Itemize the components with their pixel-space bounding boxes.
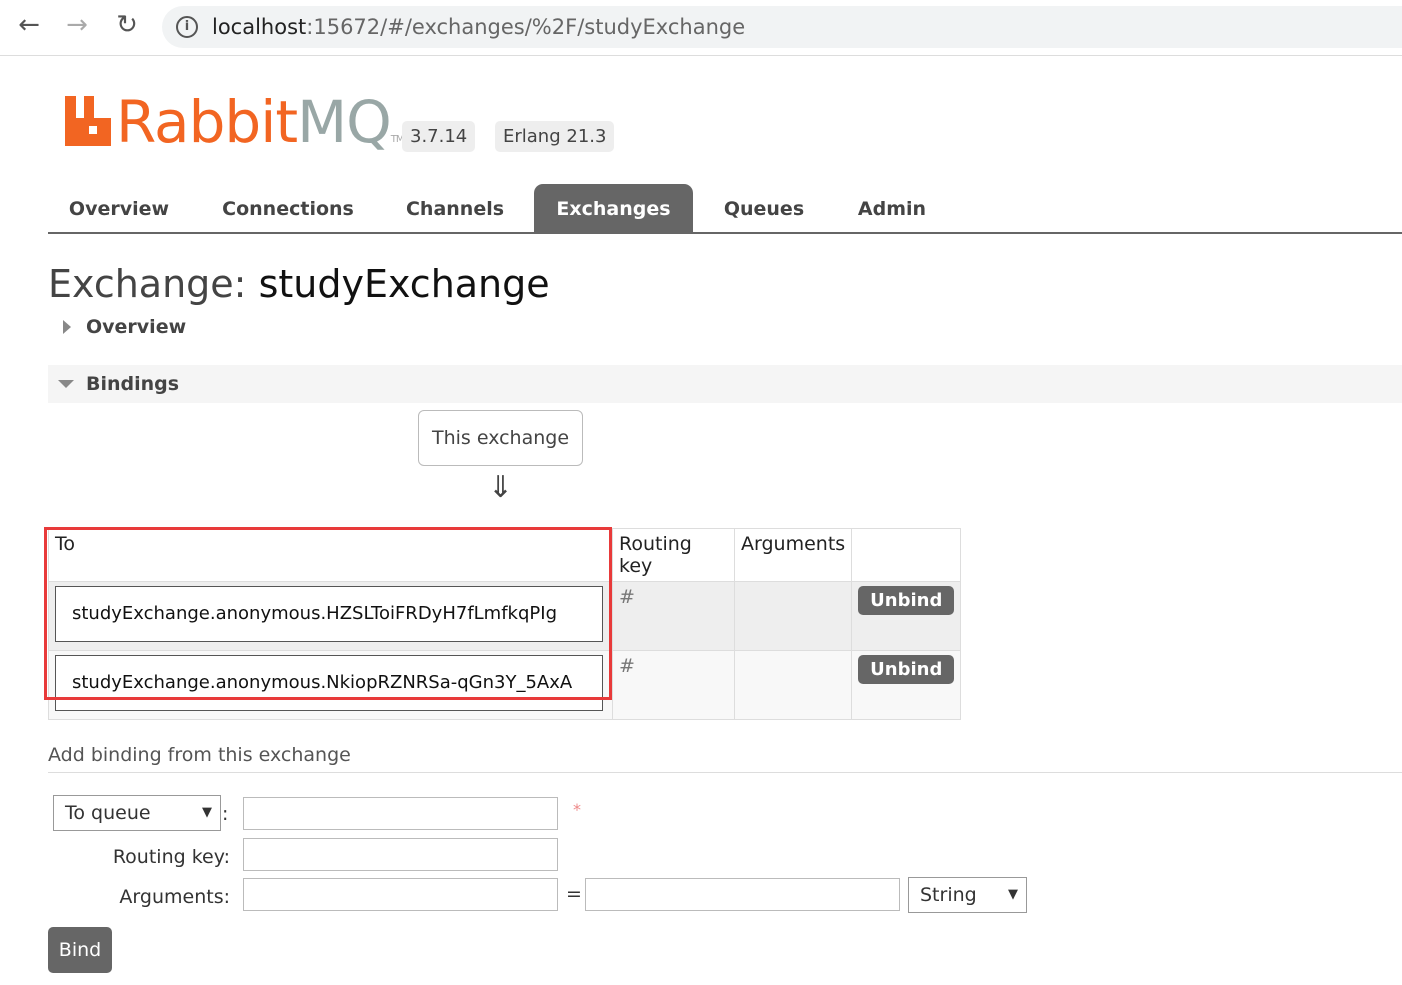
page-title: Exchange: studyExchange	[48, 262, 550, 306]
arguments-label: Arguments:	[119, 886, 230, 908]
down-arrow-icon: ⇓	[488, 470, 514, 505]
col-routing-key: Routing key	[612, 528, 735, 582]
unbind-button[interactable]: Unbind	[858, 586, 955, 615]
add-binding-heading: Add binding from this exchange	[48, 744, 1402, 773]
rabbitmq-logo-icon	[65, 96, 111, 146]
reload-icon[interactable]: ↻	[110, 10, 144, 40]
dropdown-arrow-icon: ▼	[1008, 887, 1018, 902]
info-icon[interactable]: i	[176, 16, 198, 38]
overview-section-toggle[interactable]: Overview	[48, 308, 1402, 346]
argument-type-select[interactable]: String ▼	[908, 877, 1027, 913]
routing-key-cell: #	[612, 650, 735, 720]
main-nav: Overview Connections Channels Exchanges …	[48, 184, 1402, 234]
argument-key-input[interactable]	[243, 878, 558, 911]
routing-key-input[interactable]	[243, 838, 558, 871]
caret-right-icon	[63, 320, 71, 334]
tab-overview[interactable]: Overview	[48, 184, 190, 234]
arguments-cell	[733, 650, 853, 720]
browser-toolbar: ← → ↻ i localhost:15672/#/exchanges/%2F/…	[0, 0, 1402, 56]
caret-down-icon	[58, 380, 74, 388]
tab-connections[interactable]: Connections	[208, 184, 368, 234]
destination-input[interactable]	[243, 797, 558, 830]
version-badge: 3.7.14	[402, 121, 476, 152]
highlight-box	[44, 527, 612, 700]
erlang-badge: Erlang 21.3	[495, 121, 615, 152]
logo: RabbitMQTM	[116, 88, 404, 156]
tab-queues[interactable]: Queues	[708, 184, 820, 234]
bindings-section-toggle[interactable]: Bindings	[48, 365, 1402, 403]
routing-key-cell: #	[612, 581, 735, 651]
this-exchange-box: This exchange	[418, 410, 583, 466]
address-bar[interactable]: i localhost:15672/#/exchanges/%2F/studyE…	[162, 6, 1402, 48]
dropdown-arrow-icon: ▼	[202, 805, 212, 820]
tab-channels[interactable]: Channels	[388, 184, 522, 234]
routing-key-label: Routing key:	[112, 846, 230, 868]
destination-type-select[interactable]: To queue ▼	[53, 795, 221, 831]
bind-button[interactable]: Bind	[48, 927, 112, 973]
back-icon[interactable]: ←	[12, 10, 46, 40]
forward-icon[interactable]: →	[60, 10, 94, 40]
tab-exchanges[interactable]: Exchanges	[534, 184, 693, 234]
col-arguments: Arguments	[733, 528, 853, 582]
unbind-button[interactable]: Unbind	[858, 655, 955, 684]
argument-value-input[interactable]	[585, 878, 900, 911]
tab-admin[interactable]: Admin	[838, 184, 946, 234]
arguments-cell	[733, 581, 853, 651]
required-mark: *	[573, 800, 581, 819]
